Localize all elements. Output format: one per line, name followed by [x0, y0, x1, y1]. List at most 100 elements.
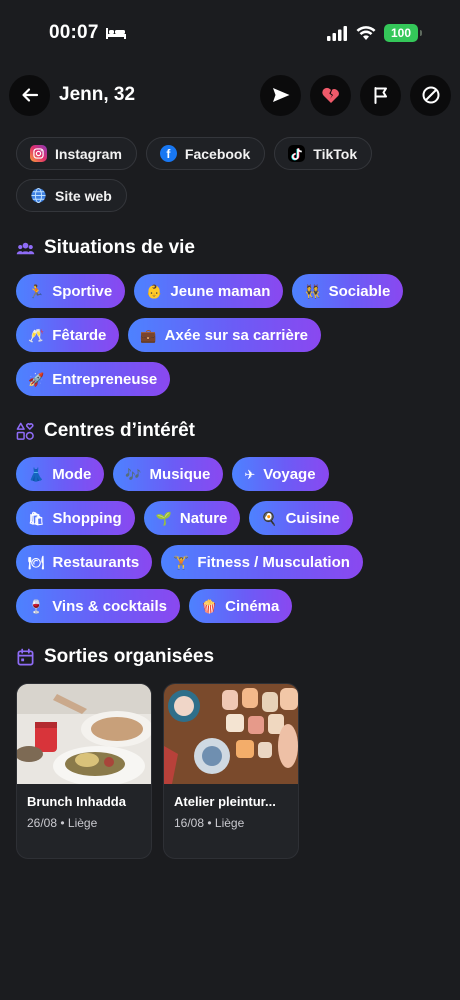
chip-entrepreneuse: 🚀 Entrepreneuse: [16, 362, 171, 396]
chip-label: Musique: [149, 465, 211, 483]
chip-voyage: ✈ Voyage: [232, 457, 329, 491]
life-situations-heading: Situations de vie: [16, 237, 446, 259]
chip-label: Fêtarde: [52, 326, 107, 344]
outings-title: Sorties organisées: [44, 646, 215, 667]
status-indicators: 100: [326, 24, 422, 42]
outing-card[interactable]: Atelier pleintur... 16/08 • Liège: [163, 683, 299, 859]
chip-label: Voyage: [263, 465, 316, 483]
chip-label: Shopping: [52, 509, 122, 527]
interests-grid-icon: [16, 422, 34, 440]
chip-musique: 🎶 Musique: [113, 457, 224, 491]
instagram-icon: [30, 145, 47, 162]
people-group-icon: [16, 242, 35, 254]
chip-label: Sociable: [328, 282, 391, 300]
dress-icon: 👗: [28, 466, 45, 482]
interests-chips: 👗 Mode 🎶 Musique ✈ Voyage 🛍 Shopping 🌱 Nature…: [16, 457, 446, 623]
airplane-icon: ✈: [244, 466, 256, 482]
clock-time: 00:07: [49, 22, 99, 43]
rocket-icon: 🚀: [28, 371, 45, 387]
outings-list: Brunch Inhadda 26/08 • Liège Atelier ple…: [16, 683, 446, 859]
brunch-photo: [17, 684, 151, 784]
chip-vins-cocktails: 🍷 Vins & cocktails: [16, 589, 180, 623]
chip-shopping: 🛍 Shopping: [16, 501, 135, 535]
calendar-icon: [17, 648, 34, 665]
chip-label: Entrepreneuse: [52, 370, 158, 388]
chip-cuisine: 🍳 Cuisine: [249, 501, 353, 535]
chip-carriere: 💼 Axée sur sa carrière: [128, 318, 321, 352]
flag-icon: [374, 87, 387, 104]
shopping-bag-icon: 🛍: [28, 510, 45, 526]
website-link[interactable]: Site web: [16, 179, 127, 212]
report-button[interactable]: [360, 74, 401, 116]
facebook-label: Facebook: [184, 145, 251, 162]
unmatch-button[interactable]: [310, 74, 351, 116]
popcorn-icon: 🍿: [200, 598, 218, 614]
chip-restaurants: 🍽 Restaurants: [16, 545, 153, 579]
tiktok-label: TikTok: [313, 145, 358, 162]
tiktok-icon: [288, 145, 306, 162]
send-message-button[interactable]: [260, 74, 301, 116]
outing-meta: 26/08 • Liège: [27, 816, 98, 830]
globe-icon: [30, 187, 47, 204]
profile-title: Jenn, 32: [59, 84, 136, 105]
arrow-left-icon: [21, 88, 38, 102]
bed-icon: [105, 28, 126, 39]
tiktok-link[interactable]: TikTok: [274, 137, 373, 170]
outing-name: Brunch Inhadda: [27, 794, 126, 809]
send-icon: [272, 88, 289, 102]
status-time: 00:07: [49, 22, 127, 44]
chip-cinema: 🍿 Cinéma: [188, 589, 293, 623]
chip-label: Restaurants: [52, 553, 140, 571]
battery-indicator: 100: [384, 24, 422, 42]
weightlifter-icon: 🏋: [173, 554, 190, 570]
running-icon: 🏃: [28, 283, 45, 299]
chip-label: Axée sur sa carrière: [164, 326, 308, 344]
facebook-link[interactable]: f Facebook: [145, 137, 266, 170]
outing-card[interactable]: Brunch Inhadda 26/08 • Liège: [16, 683, 152, 859]
interests-heading: Centres d’intérêt: [16, 420, 446, 442]
life-situations-title: Situations de vie: [44, 237, 195, 258]
painting-workshop-photo: [164, 684, 298, 784]
chip-label: Cuisine: [285, 509, 340, 527]
chip-label: Vins & cocktails: [52, 597, 167, 615]
seedling-icon: 🌱: [155, 510, 172, 526]
outings-heading: Sorties organisées: [16, 646, 446, 668]
people-icon: 👯: [304, 283, 321, 299]
instagram-label: Instagram: [55, 145, 122, 162]
life-situations-section: Situations de vie 🏃 Sportive 👶 Jeune maman…: [16, 237, 446, 396]
wine-glass-icon: 🍷: [28, 598, 45, 614]
interests-title: Centres d’intérêt: [44, 420, 195, 441]
facebook-icon: f: [159, 145, 177, 162]
instagram-link[interactable]: Instagram: [16, 137, 137, 170]
chip-label: Mode: [52, 465, 92, 483]
wifi-icon: [356, 26, 376, 40]
chip-label: Fitness / Musculation: [197, 553, 350, 571]
chip-sociable: 👯 Sociable: [292, 274, 404, 308]
champagne-icon: 🥂: [28, 327, 45, 343]
outings-section: Sorties organisées Brunch Inhadda 26/08 …: [16, 646, 446, 859]
outing-name: Atelier pleintur...: [174, 794, 276, 809]
back-button[interactable]: [9, 74, 50, 116]
header-actions: [260, 74, 451, 116]
chip-label: Sportive: [52, 282, 113, 300]
frying-pan-icon: 🍳: [261, 510, 278, 526]
battery-level: 100: [390, 26, 412, 40]
chip-label: Jeune maman: [170, 282, 271, 300]
website-label: Site web: [55, 187, 112, 204]
briefcase-icon: 💼: [140, 327, 157, 343]
block-icon: [422, 86, 439, 104]
broken-heart-icon: [321, 87, 339, 103]
chip-fetarde: 🥂 Fêtarde: [16, 318, 120, 352]
profile-header: Jenn, 32: [9, 74, 451, 116]
block-button[interactable]: [410, 74, 451, 116]
music-notes-icon: 🎶: [125, 466, 142, 482]
interests-section: Centres d’intérêt 👗 Mode 🎶 Musique ✈ Voyage…: [16, 420, 446, 623]
plate-icon: 🍽: [28, 554, 45, 570]
chip-sportive: 🏃 Sportive: [16, 274, 126, 308]
profile-content: Instagram f Facebook TikTok Site web Sit…: [16, 137, 446, 859]
cellular-signal-icon: [327, 26, 347, 41]
chip-label: Cinéma: [225, 597, 280, 615]
chip-fitness: 🏋 Fitness / Musculation: [161, 545, 363, 579]
chip-jeune-maman: 👶 Jeune maman: [134, 274, 284, 308]
baby-icon: 👶: [146, 283, 163, 299]
